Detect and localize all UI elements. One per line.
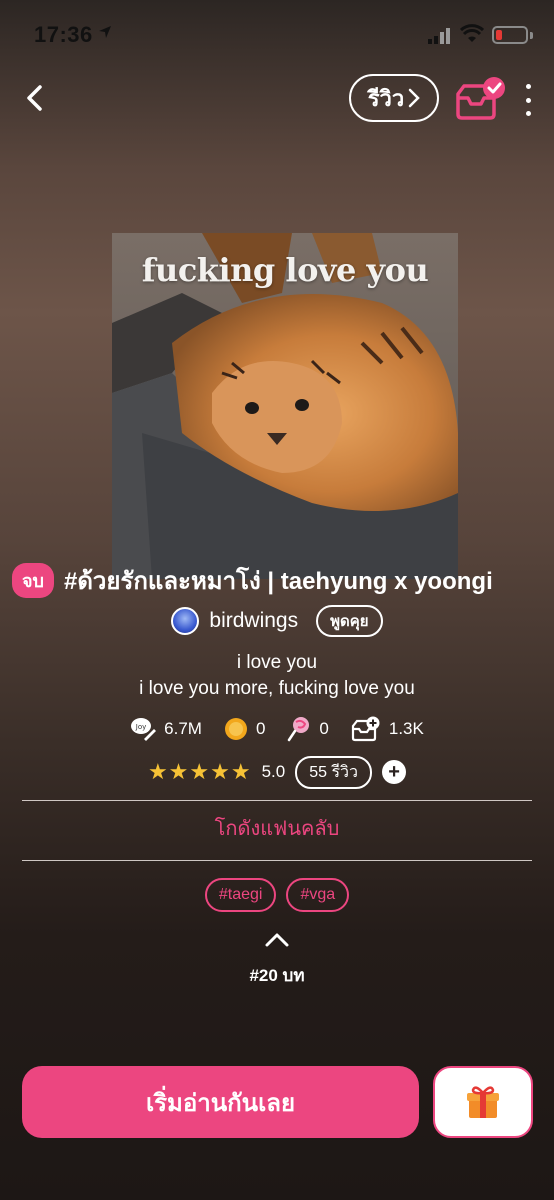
location-arrow-icon [99,26,111,38]
views-count: 6.7M [164,719,202,738]
tag-vga[interactable]: #vga [286,878,350,912]
tag-list: #taegi #vga [0,878,554,912]
completed-badge: จบ [12,562,54,598]
stats-row: Joy 6.7M 0 0 1.3K [0,712,554,746]
author-avatar[interactable] [171,607,200,635]
dot [525,97,531,103]
views-icon: Joy [131,718,157,741]
wifi-icon [460,24,484,42]
lollipop-count: 0 [319,719,329,738]
gift-icon [467,1086,499,1118]
fanclub-link[interactable]: โกดังแฟนคลับ [0,812,554,844]
lollipop-stat: 0 [287,716,329,742]
dot [525,111,531,116]
story-title-row: จบ #ด้วยรักและหมาโง่ | taehyung x yoongi [12,560,552,600]
chevron-right-icon [409,88,421,108]
signal-icon [428,28,450,44]
description-line: i love you more, fucking love you [139,678,415,699]
added-to-library-button[interactable] [454,76,506,122]
start-reading-button[interactable]: เริ่มอ่านกันเลย [22,1066,419,1138]
more-options-button[interactable] [518,80,538,120]
status-bar: 17:36 [0,0,554,70]
chapter-count[interactable]: #20 บท [0,962,554,989]
battery-nub [530,32,533,39]
cover-overlay-text: fucking love you [141,251,429,289]
library-add-icon [351,716,380,742]
divider [22,860,532,861]
story-title: #ด้วยรักและหมาโง่ | taehyung x yoongi [63,567,493,595]
review-button-label: รีวิว [367,85,405,111]
star-rating-icons: ★★★★★ [147,759,252,784]
coins-count: 0 [255,719,266,738]
coins-stat: 0 [224,717,265,741]
gift-button[interactable] [433,1066,533,1138]
review-button[interactable]: รีวิว [349,74,439,122]
rating-score: 5.0 [261,762,286,781]
add-review-button[interactable]: + [382,760,407,784]
lollipop-icon [288,717,310,742]
battery-icon [492,26,528,44]
rating-row: ★★★★★ 5.0 55 รีวิว + [0,755,554,789]
author-name[interactable]: birdwings [209,609,298,633]
tag-taegi[interactable]: #taegi [204,878,277,912]
author-row: birdwings พูดคุย [0,604,554,638]
status-time: 17:36 [34,22,93,47]
story-cover-image: fucking love you [112,233,458,579]
story-description: i love you i love you more, fucking love… [0,650,554,702]
library-adds-count: 1.3K [388,719,424,738]
coin-icon [224,718,247,740]
chevron-left-icon [27,85,42,111]
dot [525,84,531,89]
library-tray-check-icon [456,77,505,120]
description-line: i love you [236,652,318,673]
library-adds-stat: 1.3K [351,716,424,742]
chat-button[interactable]: พูดคุย [316,605,383,637]
reviews-count-button[interactable]: 55 รีวิว [295,755,373,789]
svg-text:Joy: Joy [135,723,147,731]
divider [22,800,532,801]
chevron-up-icon[interactable] [264,932,290,948]
views-stat: Joy 6.7M [130,717,202,741]
back-button[interactable] [16,78,52,118]
